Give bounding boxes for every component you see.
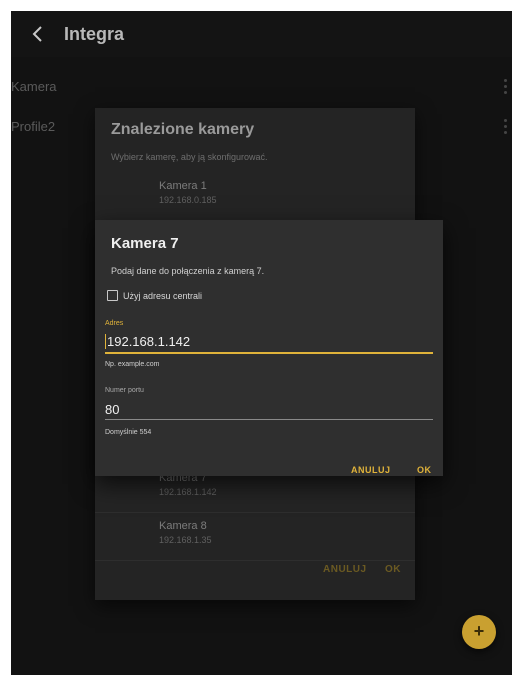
address-input[interactable] [105,332,435,350]
address-helper-text: Np. example.com [105,361,160,368]
camera-list-item[interactable]: Kamera 1 192.168.0.185 [95,180,415,221]
camera-name: Kamera 8 [159,520,207,532]
dialog-subtitle: Wybierz kamerę, aby ją skonfigurować. [111,152,268,162]
ok-button[interactable]: OK [385,564,401,575]
ok-button[interactable]: OK [417,465,432,475]
plus-icon: + [473,621,485,641]
camera-ip: 192.168.0.185 [159,195,217,205]
port-field-label: Numer portu [105,387,144,394]
back-chevron-icon[interactable] [29,25,47,43]
use-central-address-checkbox[interactable] [107,290,118,301]
dialog-title: Kamera 7 [111,235,179,252]
port-helper-text: Domyślnie 554 [105,429,152,436]
dialog-actions: ANULUJ OK [95,564,415,584]
cancel-button[interactable]: ANULUJ [323,564,367,575]
device-screen: Integra Kamera Profile2 Znalezione kamer… [11,11,512,675]
camera-name: Kamera 1 [159,180,207,192]
port-input[interactable] [105,400,433,418]
camera-list-item[interactable]: Kamera 7 192.168.1.142 [95,472,415,513]
dialog-subtitle: Podaj dane do połączenia z kamerą 7. [111,266,265,276]
camera-list-item[interactable]: Kamera 8 192.168.1.35 [95,520,415,561]
address-field-label: Adres [105,320,124,327]
text-caret [105,334,106,349]
add-fab-button[interactable]: + [462,615,496,649]
camera-connection-dialog: Kamera 7 Podaj dane do połączenia z kame… [95,220,443,476]
address-underline [105,352,433,354]
port-underline [105,419,433,420]
app-title: Integra [64,24,125,44]
app-bar: Integra [11,11,512,57]
camera-ip: 192.168.1.142 [159,487,217,497]
camera-ip: 192.168.1.35 [159,535,212,545]
dialog-title: Znalezione kamery [111,121,255,138]
checkbox-label: Użyj adresu centrali [123,291,203,301]
cancel-button[interactable]: ANULUJ [351,465,391,475]
